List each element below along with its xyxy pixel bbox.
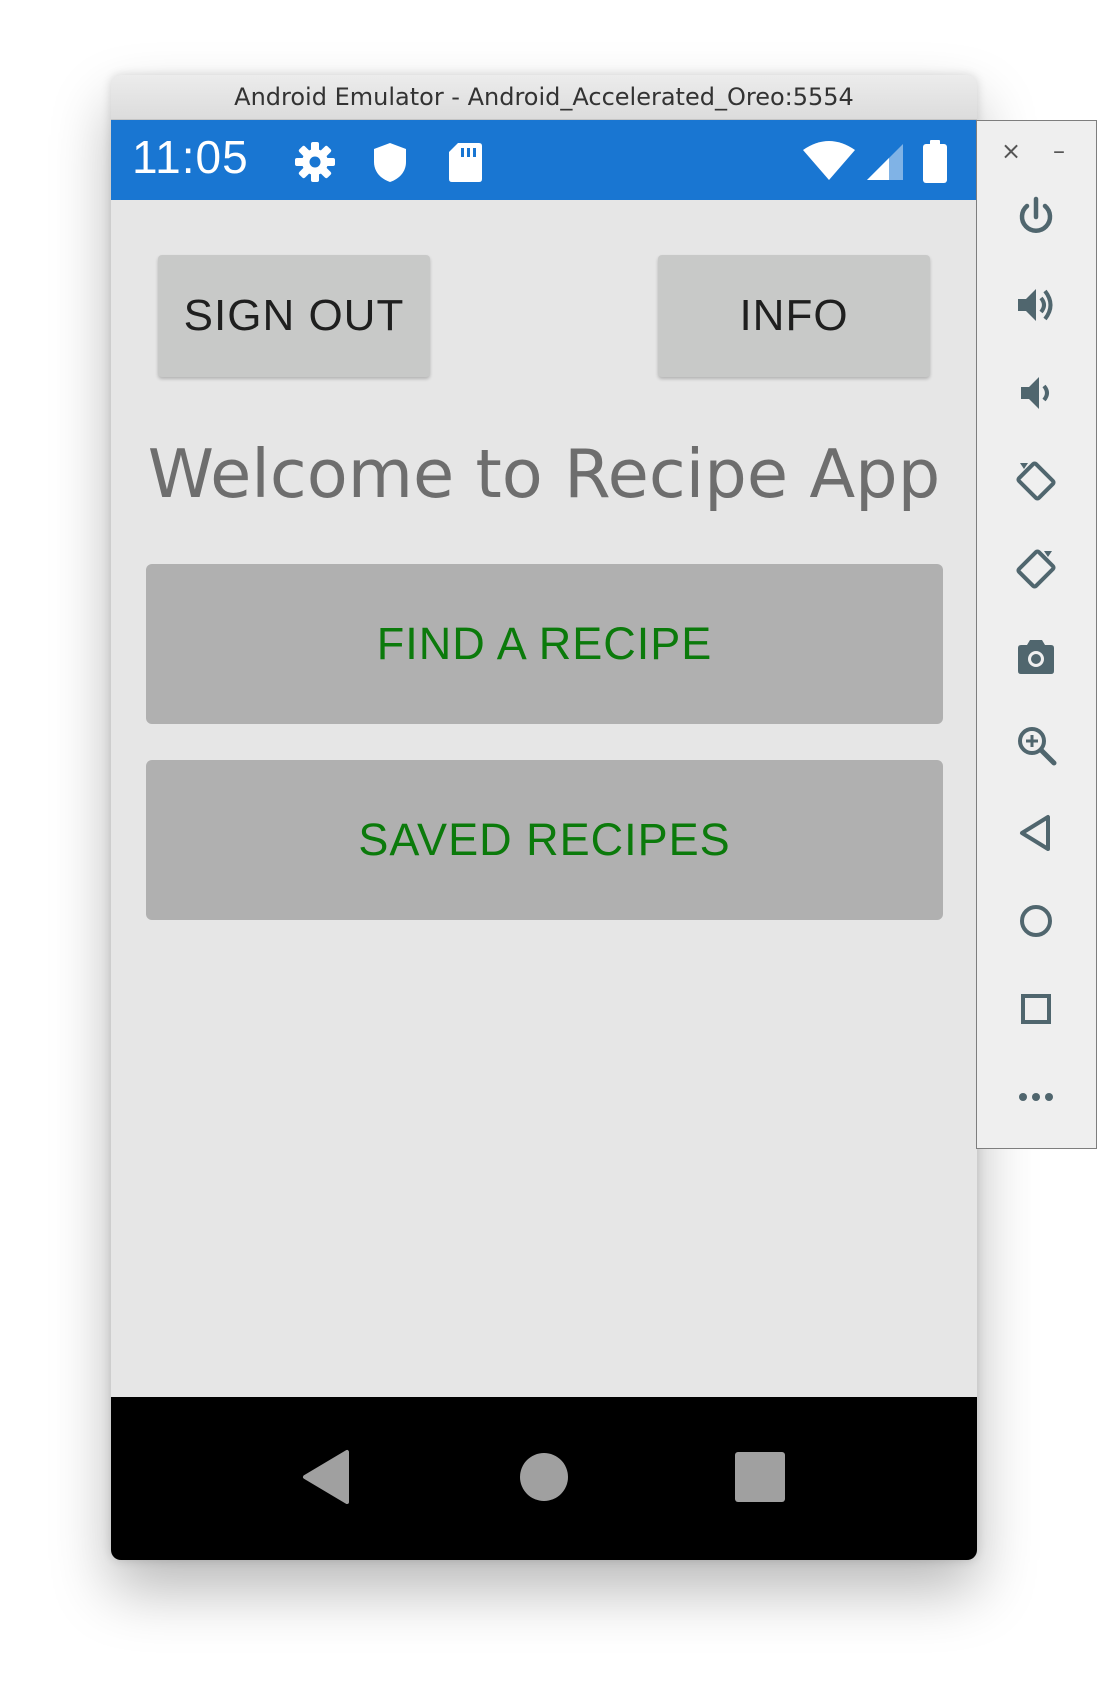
screen: Android Emulator - Android_Accelerated_O… — [0, 0, 1098, 1708]
nav-recents-icon[interactable] — [730, 1447, 790, 1507]
navigation-bar — [111, 1397, 977, 1560]
zoom-icon[interactable] — [1012, 721, 1060, 769]
home-icon[interactable] — [1012, 897, 1060, 945]
overview-icon[interactable] — [1012, 985, 1060, 1033]
sign-out-button[interactable]: SIGN OUT — [158, 255, 430, 377]
toolbar-minimize-button[interactable]: – — [1053, 137, 1065, 165]
window-title: Android Emulator - Android_Accelerated_O… — [234, 83, 854, 111]
volume-down-icon[interactable] — [1012, 369, 1060, 417]
wifi-icon — [803, 141, 855, 180]
rotate-right-icon[interactable] — [1012, 545, 1060, 593]
back-icon[interactable] — [1012, 809, 1060, 857]
rotate-left-icon[interactable] — [1012, 457, 1060, 505]
emulator-window: Android Emulator - Android_Accelerated_O… — [111, 75, 977, 1560]
gear-icon — [295, 142, 335, 182]
find-recipe-button[interactable]: FIND A RECIPE — [146, 564, 943, 724]
power-icon[interactable] — [1012, 193, 1060, 241]
emulator-toolbar: × – — [976, 120, 1097, 1149]
status-time: 11:05 — [132, 131, 249, 183]
sd-card-icon — [449, 143, 482, 182]
camera-icon[interactable] — [1012, 633, 1060, 681]
cell-signal-icon — [867, 144, 903, 180]
shield-icon — [374, 143, 406, 182]
nav-back-icon[interactable] — [297, 1447, 357, 1507]
saved-recipes-button[interactable]: SAVED RECIPES — [146, 760, 943, 920]
app-content: SIGN OUT INFO Welcome to Recipe App FIND… — [111, 200, 977, 1400]
more-icon[interactable] — [1012, 1073, 1060, 1121]
battery-icon — [923, 140, 947, 183]
toolbar-close-button[interactable]: × — [1001, 137, 1021, 165]
info-button[interactable]: INFO — [658, 255, 930, 377]
welcome-heading: Welcome to Recipe App — [147, 435, 941, 513]
status-bar: 11:05 — [111, 120, 977, 200]
window-titlebar[interactable]: Android Emulator - Android_Accelerated_O… — [111, 75, 977, 120]
volume-up-icon[interactable] — [1012, 281, 1060, 329]
nav-home-icon[interactable] — [514, 1447, 574, 1507]
